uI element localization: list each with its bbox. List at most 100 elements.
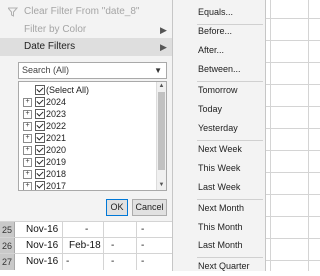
- table-cell[interactable]: Nov-16: [26, 222, 58, 238]
- row-number[interactable]: 25: [0, 222, 15, 238]
- menu-item-label: Yesterday: [198, 123, 238, 133]
- menu-item-label: Next Month: [198, 203, 245, 213]
- chevron-right-icon: ▶: [160, 42, 167, 52]
- expand-icon[interactable]: +: [23, 182, 32, 190]
- cell-divider: [136, 238, 137, 254]
- menu-item-next-month[interactable]: Next Month: [173, 199, 265, 218]
- menu-item-after[interactable]: After...: [173, 41, 265, 60]
- search-input[interactable]: Search (All) ▼: [18, 62, 167, 79]
- menu-item-next-week[interactable]: Next Week: [173, 140, 265, 159]
- menu-item-label: Equals...: [198, 7, 234, 17]
- year-label: 2024: [46, 97, 67, 107]
- checkbox[interactable]: [35, 157, 45, 167]
- checkbox[interactable]: [35, 145, 45, 155]
- cancel-button[interactable]: Cancel: [132, 199, 167, 216]
- menu-item-tomorrow[interactable]: Tomorrow: [173, 81, 265, 100]
- menu-item-last-month[interactable]: Last Month: [173, 236, 265, 255]
- clear-filter-item[interactable]: Clear Filter From "date_8": [0, 3, 172, 21]
- menu-item-label: Next Week: [198, 144, 242, 154]
- checkbox[interactable]: [35, 97, 45, 107]
- table-cell[interactable]: -: [111, 238, 114, 254]
- expand-icon[interactable]: +: [23, 146, 32, 155]
- year-label: 2018: [46, 169, 67, 179]
- table-cell[interactable]: Nov-16: [26, 238, 58, 254]
- menu-item-before[interactable]: Before...: [173, 22, 265, 41]
- cell-divider: [136, 222, 137, 238]
- table-cell[interactable]: -: [66, 254, 69, 270]
- checkbox[interactable]: [35, 121, 45, 131]
- expand-icon[interactable]: +: [23, 134, 32, 143]
- date-filters-submenu: Equals... Before... After... Between... …: [172, 0, 266, 271]
- date-filters-item[interactable]: Date Filters ▶: [0, 38, 172, 56]
- cell-divider: [103, 254, 104, 270]
- cell-divider: [62, 238, 63, 254]
- menu-item-label: Last Week: [198, 182, 241, 192]
- ok-button[interactable]: OK: [106, 199, 128, 216]
- menu-item-last-week[interactable]: Last Week: [173, 178, 265, 197]
- menu-item-yesterday[interactable]: Yesterday: [173, 119, 265, 138]
- year-label: 2023: [46, 109, 67, 119]
- checkbox[interactable]: [35, 133, 45, 143]
- visible-rows: 25 Nov-16 - - 26 Nov-16 Feb-18 - - 27 No…: [0, 221, 172, 271]
- cell-divider: [103, 222, 104, 238]
- year-label: 2017: [46, 181, 67, 191]
- menu-item-label: Before...: [198, 26, 233, 36]
- menu-item-between[interactable]: Between...: [173, 60, 265, 79]
- checkbox[interactable]: [35, 181, 45, 190]
- chevron-down-icon[interactable]: ▼: [154, 63, 162, 78]
- year-label: 2021: [46, 133, 67, 143]
- menu-item-label: Today: [198, 104, 223, 114]
- year-label: 2020: [46, 145, 67, 155]
- clear-filter-icon: [8, 7, 18, 17]
- table-row: 27 Nov-16 - - -: [0, 253, 172, 270]
- select-all-item[interactable]: (Select All): [21, 84, 161, 96]
- table-cell[interactable]: -: [141, 238, 144, 254]
- expand-icon[interactable]: +: [23, 170, 32, 179]
- checkbox[interactable]: [35, 169, 45, 179]
- cell-divider: [103, 238, 104, 254]
- table-cell[interactable]: -: [111, 254, 114, 270]
- scrollbar-thumb[interactable]: [158, 92, 165, 170]
- table-row: 26 Nov-16 Feb-18 - -: [0, 237, 172, 254]
- table-row: 25 Nov-16 - -: [0, 221, 172, 238]
- expand-icon[interactable]: +: [23, 158, 32, 167]
- list-scrollbar[interactable]: ▲ ▼: [156, 82, 166, 190]
- autofilter-dropdown: Clear Filter From "date_8" Filter by Col…: [0, 0, 173, 221]
- expand-icon[interactable]: +: [23, 122, 32, 131]
- menu-item-this-week[interactable]: This Week: [173, 159, 265, 178]
- clear-filter-label: Clear Filter From "date_8": [24, 6, 140, 17]
- filter-by-color-item[interactable]: Filter by Color ▶: [0, 21, 172, 39]
- expand-icon[interactable]: +: [23, 98, 32, 107]
- cell-divider: [136, 254, 137, 270]
- row-number[interactable]: 26: [0, 238, 15, 254]
- menu-item-this-month[interactable]: This Month: [173, 218, 265, 237]
- filter-by-color-label: Filter by Color: [24, 24, 87, 35]
- checkbox[interactable]: [35, 109, 45, 119]
- table-cell[interactable]: -: [85, 222, 88, 238]
- menu-item-label: This Month: [198, 222, 243, 232]
- checkbox[interactable]: [35, 85, 45, 95]
- table-cell[interactable]: Feb-18: [69, 238, 101, 254]
- table-cell[interactable]: Nov-16: [26, 254, 58, 270]
- menu-item-label: After...: [198, 45, 225, 55]
- menu-item-label: Last Month: [198, 240, 243, 250]
- expand-icon[interactable]: +: [23, 110, 32, 119]
- cell-divider: [62, 222, 63, 238]
- date-filters-label: Date Filters: [24, 41, 76, 52]
- year-label: 2022: [46, 121, 67, 131]
- table-cell[interactable]: -: [141, 254, 144, 270]
- cell-divider: [62, 254, 63, 270]
- table-cell[interactable]: -: [141, 222, 144, 238]
- chevron-right-icon: ▶: [160, 25, 167, 35]
- scroll-up-icon[interactable]: ▲: [157, 82, 166, 91]
- menu-item-equals[interactable]: Equals...: [173, 3, 265, 22]
- filter-value-list: (Select All) + 2024 + 2023 + 2022 + 2021…: [18, 81, 167, 191]
- menu-item-next-quarter[interactable]: Next Quarter: [173, 257, 265, 276]
- menu-item-label: Tomorrow: [198, 85, 238, 95]
- scroll-down-icon[interactable]: ▼: [157, 181, 166, 190]
- select-all-label: (Select All): [46, 85, 90, 95]
- menu-item-label: Between...: [198, 64, 241, 74]
- menu-item-label: This Week: [198, 163, 241, 173]
- menu-item-today[interactable]: Today: [173, 100, 265, 119]
- row-number[interactable]: 27: [0, 254, 15, 270]
